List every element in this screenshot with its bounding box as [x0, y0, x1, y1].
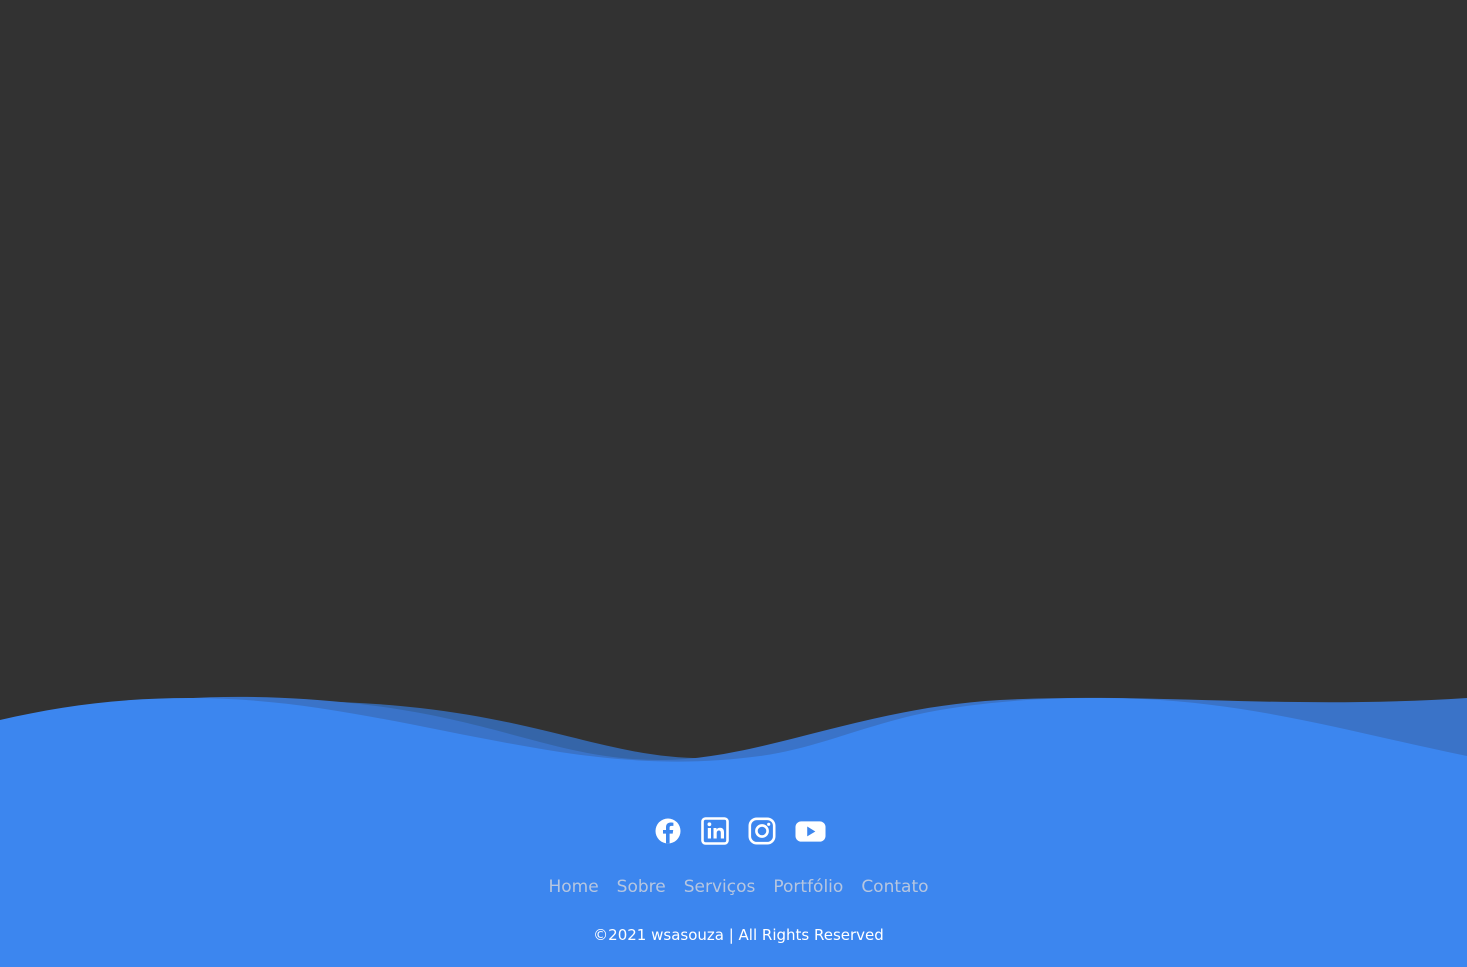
nav-link-portfolio[interactable]: Portfólio: [773, 877, 843, 897]
nav-item-contato: Contato: [861, 877, 928, 897]
nav-item-servicos: Serviços: [684, 877, 756, 897]
hero-section: [0, 0, 1467, 700]
instagram-link[interactable]: [748, 816, 776, 846]
linkedin-link[interactable]: [701, 816, 729, 846]
footer-waves: [0, 696, 1467, 780]
facebook-link[interactable]: [654, 816, 682, 846]
nav-item-portfolio: Portfólio: [773, 877, 843, 897]
footer-nav: Home Sobre Serviços Portfólio Contato: [0, 877, 1467, 897]
youtube-icon: [795, 821, 826, 842]
social-links: [0, 816, 1467, 846]
instagram-icon: [748, 817, 776, 845]
page: Home Sobre Serviços Portfólio Contato ©2…: [0, 0, 1467, 967]
youtube-link[interactable]: [795, 816, 826, 846]
nav-link-sobre[interactable]: Sobre: [617, 877, 666, 897]
facebook-icon: [655, 818, 681, 844]
nav-item-home: Home: [548, 877, 598, 897]
nav-link-servicos[interactable]: Serviços: [684, 877, 756, 897]
wave-front: [0, 698, 1467, 780]
nav-link-contato[interactable]: Contato: [861, 877, 928, 897]
nav-item-sobre: Sobre: [617, 877, 666, 897]
copyright-text: ©2021 wsasouza | All Rights Reserved: [593, 926, 884, 944]
linkedin-icon: [701, 817, 729, 845]
nav-link-home[interactable]: Home: [548, 877, 598, 897]
